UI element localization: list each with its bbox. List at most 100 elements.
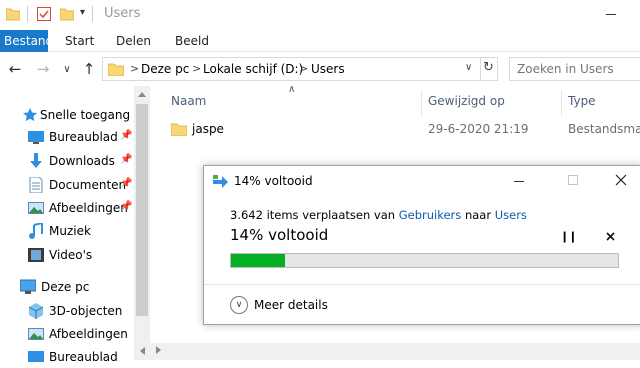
column-divider[interactable] bbox=[561, 90, 562, 116]
sidebar-item-bureaublad-pc[interactable]: Bureaublad bbox=[0, 346, 134, 368]
chevron-down-icon[interactable]: ∨ bbox=[230, 296, 248, 314]
new-folder-icon[interactable] bbox=[60, 7, 74, 21]
properties-icon[interactable] bbox=[37, 6, 51, 22]
pin-icon[interactable]: 📌 bbox=[120, 201, 132, 212]
refresh-icon[interactable]: ↻ bbox=[483, 60, 494, 75]
star-icon bbox=[23, 108, 37, 122]
sidebar-item-documenten[interactable]: Documenten 📌 bbox=[0, 174, 134, 196]
divider bbox=[27, 6, 28, 22]
copy-progress-dialog: 14% voltooid 3.642 items verplaatsen van… bbox=[203, 165, 640, 325]
column-header-type[interactable]: Type bbox=[568, 94, 596, 108]
minimize-icon[interactable] bbox=[606, 14, 616, 15]
sidebar-item-label: Bureaublad bbox=[49, 130, 118, 144]
address-bar[interactable]: > Deze pc > Lokale schijf (D:) > Users ∨… bbox=[102, 57, 498, 81]
sidebar-item-snelle-toegang[interactable]: Snelle toegang bbox=[0, 104, 134, 126]
desktop-icon bbox=[28, 351, 44, 362]
search-input[interactable]: Zoeken in Users bbox=[517, 62, 614, 76]
destination-link[interactable]: Users bbox=[495, 208, 527, 222]
sort-up-icon: ∧ bbox=[288, 84, 296, 95]
divider bbox=[204, 284, 640, 285]
folder-icon bbox=[108, 63, 124, 76]
sidebar-item-afbeeldingen[interactable]: Afbeeldingen 📌 bbox=[0, 197, 134, 219]
tab-start[interactable]: Start bbox=[57, 30, 102, 52]
minimize-icon[interactable] bbox=[514, 181, 524, 182]
breadcrumb-lokale-schijf[interactable]: Lokale schijf (D:) bbox=[203, 62, 303, 76]
search-box[interactable]: Zoeken in Users bbox=[509, 57, 640, 81]
source-link[interactable]: Gebruikers bbox=[399, 208, 462, 222]
sidebar-item-label: 3D-objecten bbox=[49, 304, 123, 318]
sidebar-item-label: Documenten bbox=[49, 178, 127, 192]
navigation-pane: Snelle toegang Bureaublad 📌 Downloads 📌 … bbox=[0, 86, 150, 364]
file-name: jaspe bbox=[192, 122, 224, 136]
pin-icon[interactable]: 📌 bbox=[120, 130, 132, 141]
scroll-right-icon[interactable] bbox=[156, 346, 161, 354]
download-icon bbox=[30, 153, 42, 168]
music-icon bbox=[29, 223, 43, 239]
column-header-name[interactable]: Naam bbox=[171, 94, 206, 108]
more-details-button[interactable]: Meer details bbox=[254, 298, 328, 312]
sidebar-item-label: Afbeeldingen bbox=[49, 201, 128, 215]
sidebar-item-label: Deze pc bbox=[41, 280, 90, 294]
sidebar-item-label: Afbeeldingen bbox=[49, 327, 128, 341]
video-icon bbox=[28, 248, 44, 262]
sidebar-item-label: Video's bbox=[49, 248, 93, 262]
sidebar-item-muziek[interactable]: Muziek bbox=[0, 220, 134, 242]
breadcrumb-separator: > bbox=[130, 62, 140, 75]
scroll-left-icon[interactable] bbox=[140, 347, 145, 355]
cancel-icon[interactable] bbox=[606, 232, 615, 241]
sidebar-item-afbeeldingen-pc[interactable]: Afbeeldingen bbox=[0, 323, 134, 345]
sidebar-item-label: Bureaublad bbox=[49, 350, 118, 364]
move-icon bbox=[213, 175, 228, 188]
table-row[interactable]: jaspe 29-6-2020 21:19 Bestandsmap bbox=[150, 118, 640, 140]
file-modified: 29-6-2020 21:19 bbox=[428, 122, 529, 136]
sidebar-item-3d-objecten[interactable]: 3D-objecten bbox=[0, 300, 134, 322]
forward-icon[interactable]: → bbox=[32, 58, 54, 80]
column-divider[interactable] bbox=[421, 90, 422, 116]
tab-beeld[interactable]: Beeld bbox=[167, 30, 217, 52]
pin-icon[interactable]: 📌 bbox=[120, 178, 132, 189]
up-icon[interactable]: ↑ bbox=[78, 58, 100, 80]
breadcrumb-separator: > bbox=[299, 62, 309, 75]
sidebar-item-label: Snelle toegang bbox=[40, 108, 131, 122]
scroll-up-icon[interactable] bbox=[138, 92, 146, 97]
sidebar-item-bureaublad[interactable]: Bureaublad 📌 bbox=[0, 126, 134, 148]
scrollbar-thumb[interactable] bbox=[136, 104, 148, 316]
address-dropdown-icon[interactable]: ∨ bbox=[465, 62, 472, 73]
tab-bestand[interactable]: Bestand bbox=[0, 30, 53, 52]
breadcrumb-deze-pc[interactable]: Deze pc bbox=[141, 62, 189, 76]
description-text: naar bbox=[464, 208, 492, 222]
breadcrumb-separator: > bbox=[192, 62, 202, 75]
divider bbox=[480, 58, 481, 80]
column-header-modified[interactable]: Gewijzigd op bbox=[428, 94, 505, 108]
sidebar-item-deze-pc[interactable]: Deze pc bbox=[0, 276, 134, 298]
sidebar-scrollbar[interactable] bbox=[134, 86, 150, 360]
cube-icon bbox=[28, 303, 44, 319]
close-icon[interactable] bbox=[615, 174, 627, 186]
ribbon: Bestand Start Delen Beeld bbox=[0, 30, 640, 52]
back-icon[interactable]: ← bbox=[4, 58, 26, 80]
window-title: Users bbox=[104, 6, 141, 21]
divider bbox=[92, 6, 93, 22]
sidebar-item-label: Downloads bbox=[49, 154, 115, 168]
move-description: 3.642 items verplaatsen van Gebruikers n… bbox=[230, 208, 527, 222]
sidebar-item-downloads[interactable]: Downloads 📌 bbox=[0, 150, 134, 172]
progress-status: 14% voltooid bbox=[230, 226, 329, 244]
tab-delen[interactable]: Delen bbox=[108, 30, 159, 52]
document-icon bbox=[29, 177, 43, 193]
pause-icon[interactable]: ❙❙ bbox=[560, 230, 577, 243]
sidebar-item-videos[interactable]: Video's bbox=[0, 244, 134, 266]
progress-bar-fill bbox=[231, 254, 286, 267]
customize-toolbar-icon[interactable]: ▾ bbox=[80, 7, 85, 18]
pin-icon[interactable]: 📌 bbox=[120, 154, 132, 165]
maximize-icon bbox=[568, 175, 578, 185]
recent-locations-icon[interactable]: ∨ bbox=[56, 58, 78, 80]
folder-icon bbox=[6, 8, 20, 21]
computer-icon bbox=[20, 279, 36, 294]
description-text: 3.642 items verplaatsen van bbox=[230, 208, 396, 222]
pictures-icon bbox=[28, 328, 44, 340]
navigation-bar: ← → ∨ ↑ > Deze pc > Lokale schijf (D:) >… bbox=[0, 52, 640, 86]
folder-icon bbox=[171, 123, 187, 136]
breadcrumb-users[interactable]: Users bbox=[311, 62, 345, 76]
dialog-title: 14% voltooid bbox=[234, 174, 313, 188]
horizontal-scrollbar[interactable] bbox=[134, 343, 640, 360]
